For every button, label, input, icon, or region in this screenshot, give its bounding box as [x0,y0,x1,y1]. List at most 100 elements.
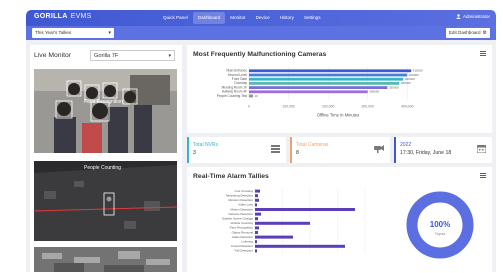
camera-select-value: Gorilla 7F [94,53,119,59]
malfunction-panel: Most Frequently Malfunctioning Cameras 0… [187,45,492,133]
malfunction-bar[interactable] [249,69,412,73]
stat-accent-bar [290,137,292,163]
malfunction-bar[interactable] [249,77,404,81]
alarm-bar[interactable] [255,231,258,234]
category-label: Loitering [241,240,253,244]
nav-item-dashboard[interactable]: Dashboard [192,12,226,24]
period-select[interactable]: This Year's Tallies ▾ [32,28,114,38]
edit-dashboard-label: Edit Dashboard [448,30,481,35]
stat-tile-nvrs: Total NVRs 3 [187,137,286,163]
malfunction-bar[interactable] [249,86,388,89]
bar-value-label: 300000 [369,90,379,94]
alarm-bar[interactable] [255,212,261,216]
category-label: Motion Detection [230,207,253,211]
category-label: Face Recognition [230,226,254,230]
user-menu[interactable]: Administrator [456,14,490,19]
category-label: Video Loss [238,203,253,207]
alarm-bar[interactable] [255,189,260,193]
category-label: Intrusion Detection [228,198,253,202]
camera-feed-scene [34,247,177,272]
category-label: Fall Detection [235,249,254,253]
nav-item-quick-panel[interactable]: Quick Panel [158,12,193,24]
period-value: This Year's Tallies [35,30,72,35]
malfunction-title: Most Frequently Malfunctioning Cameras [193,51,327,58]
main-nav: Quick Panel Dashboard Monitor Device History… [158,10,326,26]
alarm-bar[interactable] [255,217,258,221]
category-label: Line Crossing [235,189,254,193]
alarm-bar[interactable] [255,235,293,239]
nav-item-device[interactable]: Device [251,12,275,24]
user-icon [456,14,461,19]
camera-feed-face-recognition[interactable]: Face Recognition [34,69,177,153]
camera-feed-people-counting[interactable]: People Counting [34,161,177,241]
logo-text: GORILLA [34,13,68,20]
malfunction-bar[interactable] [249,73,408,77]
category-label: Audio Detection [232,235,254,239]
malfunction-bar[interactable] [249,82,400,85]
category-label: Defocus Detection [228,212,253,216]
x-tick-label: 0 [248,104,250,108]
category-label: Object Removal [232,230,254,234]
x-tick-label: 300,000 [362,104,374,108]
stat-tile-cameras: Total Cameras 8 [290,137,390,163]
alarm-bar[interactable] [255,240,257,244]
stat-accent-bar [394,137,396,163]
menu-icon[interactable] [480,173,486,178]
user-name: Administrator [462,14,490,19]
stat-value: 17:30, Friday, June 18 [400,150,452,156]
stat-label: Total NVRs [193,142,219,148]
nvr-icon [271,145,280,153]
category-label: Vehicle Counting [230,221,253,225]
category-label: Crowd Detection [231,244,254,248]
alarm-bar[interactable] [255,221,310,225]
alarm-title: Real-Time Alarm Tallies [193,173,269,180]
camera-select[interactable]: Gorilla 7F ▾ [90,50,175,61]
alarm-bar[interactable] [255,203,257,207]
face-recognition-scene [34,69,177,153]
donut-value: 100% [430,220,450,229]
alarm-panel: Real-Time Alarm Tallies Line Crossing Tam… [187,167,492,272]
app-logo[interactable]: GORILLA EVMS [34,13,92,20]
chevron-down-icon: ▾ [168,53,171,59]
stat-value: 3 [193,150,196,156]
alarm-bar[interactable] [255,249,257,253]
gear-icon: ⚙ [482,30,487,36]
alarm-bar[interactable] [255,226,259,230]
camera-feed-3[interactable] [34,247,177,272]
nav-item-settings[interactable]: Settings [299,12,326,24]
donut-label: Tapas [435,231,446,236]
calendar-icon [477,145,486,153]
category-label: People Counting Test [217,94,247,98]
x-tick-label: 100,000 [282,104,294,108]
stat-accent-bar [187,137,189,163]
logo-subtext: EVMS [70,13,92,20]
malfunction-bar-chart: 0 100,000 200,000 300,000 400,000Main Entran… [217,67,423,117]
app-window: GORILLA EVMS Quick Panel Dashboard Monitor D… [26,10,496,272]
feed-label: People Counting [84,165,121,171]
live-monitor-title: Live Monitor [34,52,72,59]
alarm-bar[interactable] [255,198,259,202]
alarm-bar-chart: Line CrossingTampering DetectionIntrusio… [222,188,366,254]
stat-value: 8 [296,150,299,156]
menu-icon[interactable] [480,51,486,56]
live-monitor-panel: Live Monitor Gorilla 7F ▾ Face Recogniti… [30,45,182,272]
x-axis-label: Offline Time in Minutes [317,112,360,117]
alarm-bar[interactable] [255,194,258,198]
alarm-bar[interactable] [255,208,355,211]
malfunction-bar[interactable] [249,90,368,94]
camera-icon [374,145,384,153]
x-tick-label: 400,000 [401,104,413,108]
malfunction-bar[interactable] [249,94,253,98]
chevron-down-icon: ▾ [108,30,111,36]
dashboard-toolbar: This Year's Tallies ▾ Edit Dashboard ⚙ [26,26,496,40]
alarm-bar[interactable] [255,244,345,248]
alarm-donut-chart: 100% Tapas [406,191,474,259]
x-tick-label: 200,000 [322,104,334,108]
nav-item-history[interactable]: History [275,12,299,24]
bar-value-label: 350000 [389,85,399,89]
nav-item-monitor[interactable]: Monitor [225,12,250,24]
edit-dashboard-button[interactable]: Edit Dashboard ⚙ [445,28,490,38]
category-label: Tampering Detection [225,194,253,198]
stat-label: 2022 [400,142,412,148]
category-label: Sudden Scene Change [222,217,253,221]
